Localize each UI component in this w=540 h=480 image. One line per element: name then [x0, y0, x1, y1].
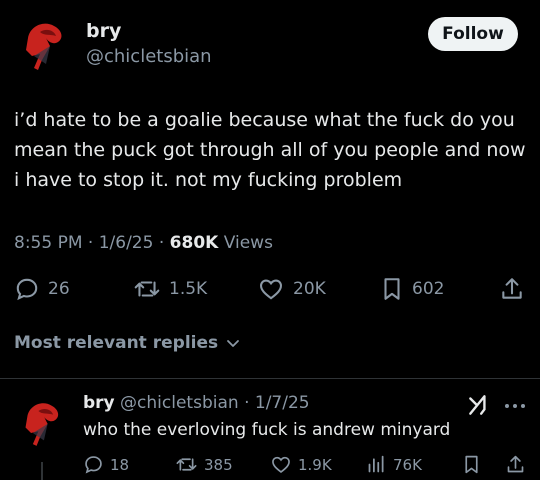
- views-label[interactable]: Views: [224, 233, 273, 253]
- reply-reply-count: 18: [110, 455, 130, 474]
- reply-display-name[interactable]: bry: [83, 393, 115, 413]
- reply-like-count: 1.9K: [298, 455, 332, 474]
- repost-action[interactable]: 1.5K: [133, 276, 207, 302]
- bookmark-icon: [465, 455, 478, 474]
- reply-share-action[interactable]: [505, 454, 526, 475]
- like-count: 20K: [293, 279, 326, 299]
- more-options-icon[interactable]: [504, 396, 526, 415]
- reply-icon: [16, 278, 38, 301]
- avatar[interactable]: [20, 396, 66, 448]
- share-icon: [502, 278, 522, 299]
- reply-like-action[interactable]: 1.9K: [270, 454, 332, 475]
- post-time[interactable]: 8:55 PM: [14, 233, 83, 253]
- bookmark-icon: [384, 278, 400, 300]
- repost-icon: [134, 281, 160, 297]
- reply-header: bry @chicletsbian · 1/7/25: [83, 393, 310, 413]
- reply-count: 26: [48, 279, 70, 299]
- heart-icon: [260, 279, 282, 300]
- bookmark-action[interactable]: 602: [380, 276, 444, 302]
- replies-sort-dropdown[interactable]: Most relevant replies: [14, 333, 242, 353]
- reply-repost-count: 385: [204, 455, 233, 474]
- reply-text: who the everloving fuck is andrew minyar…: [83, 420, 451, 440]
- post-text: i’d hate to be a goalie because what the…: [14, 109, 526, 191]
- chevron-down-icon: [227, 340, 240, 347]
- meta-separator: ·: [158, 233, 170, 253]
- post-meta: 8:55 PM · 1/6/25 · 680K Views: [14, 233, 273, 253]
- meta-separator: ·: [244, 393, 255, 413]
- reply-repost-action[interactable]: 385: [175, 454, 233, 475]
- grok-icon[interactable]: [466, 392, 492, 422]
- reply-icon: [85, 456, 102, 474]
- like-action[interactable]: 20K: [257, 276, 326, 302]
- reply-reply-action[interactable]: 18: [83, 454, 129, 475]
- views-count: 680K: [169, 233, 219, 253]
- meta-separator: ·: [87, 233, 99, 253]
- follow-button[interactable]: Follow: [428, 17, 518, 51]
- reply-date[interactable]: 1/7/25: [255, 393, 310, 413]
- bookmark-count: 602: [412, 279, 445, 299]
- display-name[interactable]: bry: [86, 20, 121, 42]
- reply-action[interactable]: 26: [14, 276, 70, 302]
- heart-icon: [272, 456, 290, 473]
- reply-handle[interactable]: @chicletsbian: [120, 393, 239, 413]
- user-handle[interactable]: @chicletsbian: [86, 46, 212, 67]
- reply-views-count: 76K: [393, 455, 422, 474]
- share-action[interactable]: [499, 276, 525, 302]
- reply-bookmark-action[interactable]: [462, 454, 481, 475]
- share-icon: [507, 455, 524, 473]
- post-date[interactable]: 1/6/25: [99, 233, 154, 253]
- thread-line: [41, 462, 43, 480]
- divider: [0, 378, 540, 379]
- repost-count: 1.5K: [169, 279, 208, 299]
- views-bar-chart-icon: [368, 455, 384, 473]
- reply-views-action[interactable]: 76K: [366, 454, 422, 475]
- avatar[interactable]: [20, 16, 70, 72]
- replies-sort-label: Most relevant replies: [14, 333, 219, 353]
- repost-icon: [176, 458, 197, 471]
